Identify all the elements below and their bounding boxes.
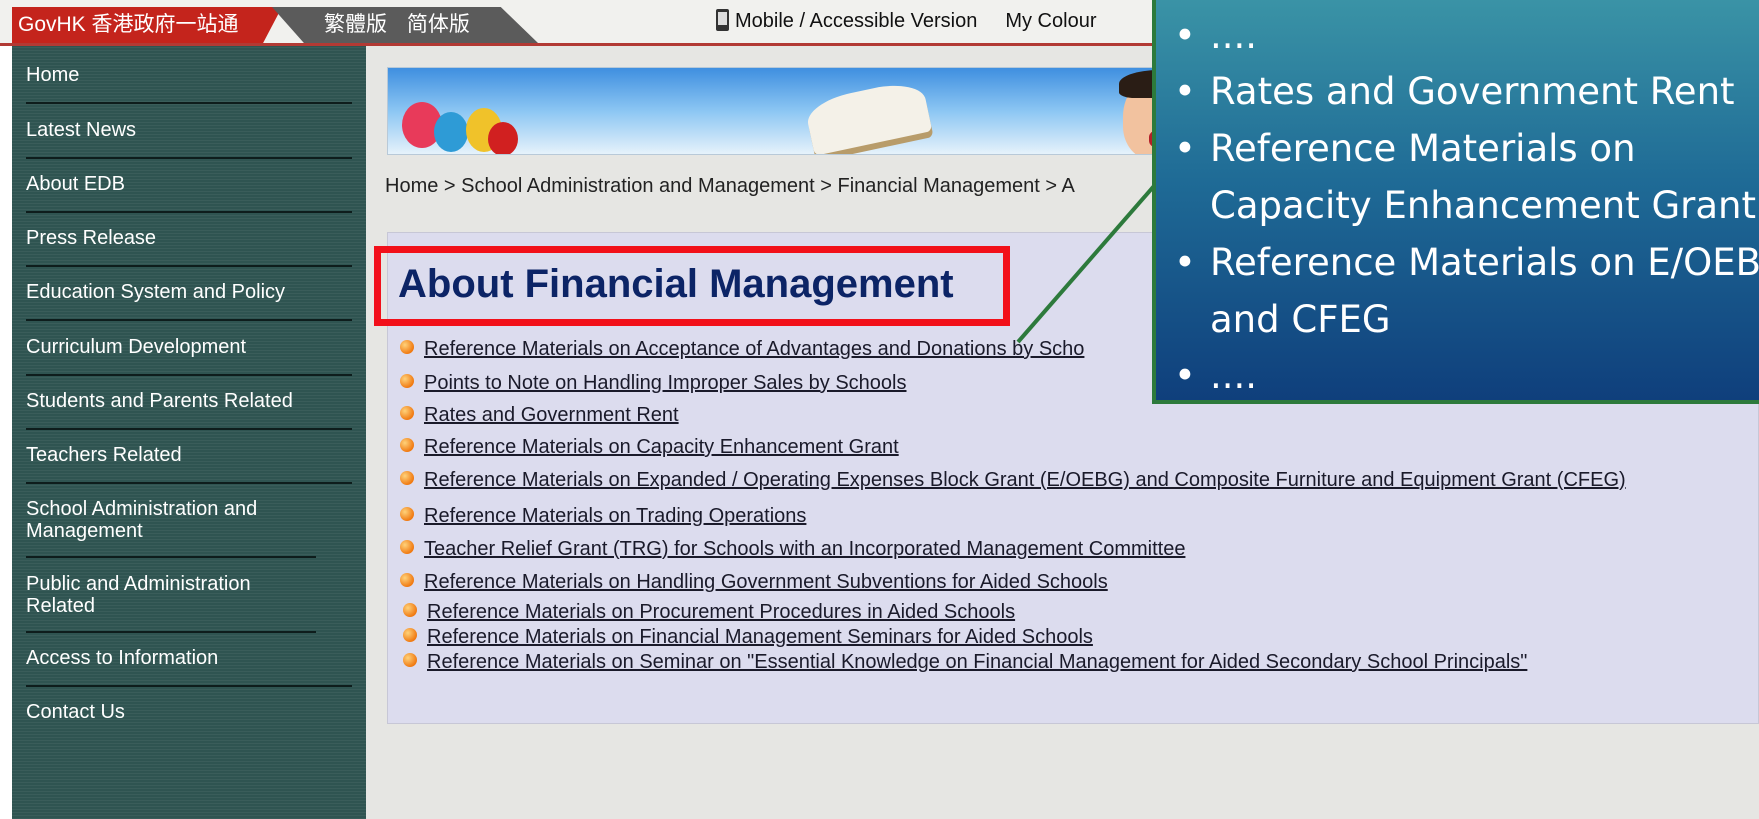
- sidebar-item-students-parents[interactable]: Students and Parents Related: [26, 390, 352, 430]
- sidebar-item-latest-news[interactable]: Latest News: [26, 119, 352, 159]
- list-item: Reference Materials on Trading Operation…: [400, 505, 806, 528]
- callout-item: Reference Materials on Capacity Enhancem…: [1170, 120, 1759, 234]
- link-essential-knowledge-seminar[interactable]: Reference Materials on Seminar on "Essen…: [427, 651, 1527, 673]
- sidebar-item-education-system[interactable]: Education System and Policy: [26, 281, 352, 321]
- link-fm-seminars[interactable]: Reference Materials on Financial Managem…: [427, 626, 1093, 648]
- sidebar-item-access-info[interactable]: Access to Information: [26, 647, 352, 687]
- link-procurement-procedures[interactable]: Reference Materials on Procurement Proce…: [427, 601, 1015, 623]
- bullet-icon: [403, 653, 417, 667]
- list-item: Reference Materials on Financial Managem…: [403, 626, 1093, 649]
- sidebar-item-press-release[interactable]: Press Release: [26, 227, 352, 267]
- sidebar-item-about-edb[interactable]: About EDB: [26, 173, 352, 213]
- link-improper-sales[interactable]: Points to Note on Handling Improper Sale…: [424, 372, 907, 394]
- link-rates-government-rent[interactable]: Rates and Government Rent: [424, 404, 679, 426]
- link-trading-operations[interactable]: Reference Materials on Trading Operation…: [424, 505, 806, 527]
- list-item: Reference Materials on Seminar on "Essen…: [403, 651, 1527, 674]
- list-item: Reference Materials on Capacity Enhancem…: [400, 436, 899, 459]
- breadcrumb: Home > School Administration and Managem…: [385, 175, 1075, 197]
- bullet-icon: [400, 438, 414, 452]
- my-colour-link[interactable]: My Colour: [1005, 10, 1096, 32]
- sidebar-item-teachers[interactable]: Teachers Related: [26, 444, 352, 484]
- list-item: Reference Materials on Procurement Proce…: [403, 601, 1015, 624]
- govhk-logo-link[interactable]: GovHK 香港政府一站通: [12, 7, 282, 43]
- link-acceptance-advantages[interactable]: Reference Materials on Acceptance of Adv…: [424, 338, 1084, 360]
- top-links: Mobile / Accessible Version My Colour: [716, 0, 1096, 43]
- open-book-picture: [803, 78, 933, 154]
- callout-item: Reference Materials on E/OEBG and CFEG: [1170, 234, 1759, 348]
- list-item: Reference Materials on Acceptance of Adv…: [400, 338, 1084, 361]
- link-capacity-enhancement[interactable]: Reference Materials on Capacity Enhancem…: [424, 436, 899, 458]
- link-teacher-relief-grant[interactable]: Teacher Relief Grant (TRG) for Schools w…: [424, 538, 1185, 560]
- sidebar-item-curriculum[interactable]: Curriculum Development: [26, 336, 352, 376]
- bullet-icon: [400, 406, 414, 420]
- sidebar-nav: Home Latest News About EDB Press Release…: [12, 46, 366, 819]
- balloon-shape: [488, 122, 518, 154]
- list-item: Rates and Government Rent: [400, 404, 679, 427]
- lang-simplified-link[interactable]: 简体版: [407, 13, 470, 36]
- lang-traditional-link[interactable]: 繁體版: [324, 13, 387, 36]
- page-title: About Financial Management: [398, 262, 954, 306]
- bullet-icon: [400, 374, 414, 388]
- bullet-icon: [403, 628, 417, 642]
- balloon-shape: [434, 112, 468, 152]
- callout-box: .... Rates and Government Rent Reference…: [1152, 0, 1759, 404]
- list-item: Reference Materials on Handling Governme…: [400, 571, 1108, 594]
- list-item: Points to Note on Handling Improper Sale…: [400, 372, 907, 395]
- mobile-phone-icon: [716, 9, 729, 31]
- callout-item: ....: [1170, 8, 1759, 64]
- bullet-icon: [400, 540, 414, 554]
- language-switcher: 繁體版 简体版: [272, 7, 538, 43]
- callout-item: Rates and Government Rent: [1170, 64, 1759, 120]
- bullet-icon: [400, 573, 414, 587]
- link-government-subventions[interactable]: Reference Materials on Handling Governme…: [424, 571, 1108, 593]
- bullet-icon: [400, 507, 414, 521]
- mobile-accessible-link[interactable]: Mobile / Accessible Version: [735, 10, 977, 32]
- bullet-icon: [400, 471, 414, 485]
- bullet-icon: [400, 340, 414, 354]
- sidebar-item-home[interactable]: Home: [26, 64, 352, 104]
- list-item: Reference Materials on Expanded / Operat…: [400, 469, 1626, 492]
- sidebar-item-school-admin[interactable]: School Administration and Management: [26, 498, 316, 558]
- link-eoebg-cfeg[interactable]: Reference Materials on Expanded / Operat…: [424, 469, 1626, 491]
- list-item: Teacher Relief Grant (TRG) for Schools w…: [400, 538, 1185, 561]
- sidebar-item-public-admin[interactable]: Public and Administration Related: [26, 573, 316, 633]
- bullet-icon: [403, 603, 417, 617]
- callout-item: ....: [1170, 348, 1759, 404]
- sidebar-item-contact-us[interactable]: Contact Us: [26, 701, 352, 741]
